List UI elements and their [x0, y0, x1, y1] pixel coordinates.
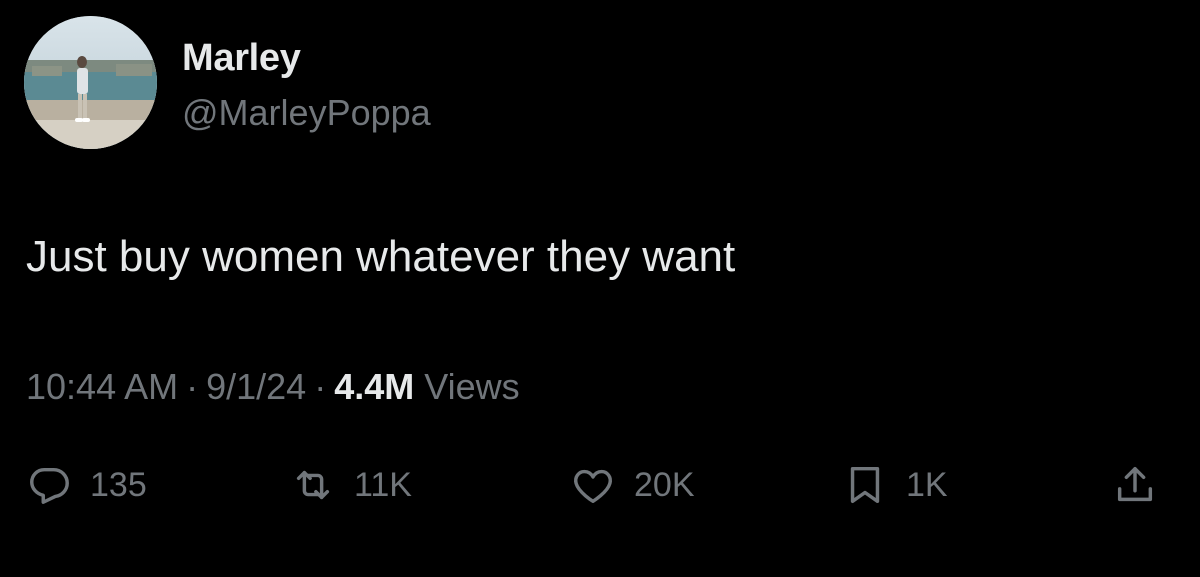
retweet-button[interactable]: 11K	[290, 455, 412, 515]
heart-icon	[574, 469, 612, 504]
meta-separator: ·	[186, 366, 199, 407]
like-count: 20K	[634, 465, 695, 504]
bookmark-icon	[850, 466, 880, 504]
like-button[interactable]: 20K	[570, 455, 695, 515]
tweet-text: Just buy women whatever they want	[26, 232, 736, 281]
views-label: Views	[424, 366, 520, 407]
tweet-card: Marley @MarleyPoppa Just buy women whate…	[0, 0, 1200, 577]
retweet-icon	[296, 470, 330, 500]
avatar-photo	[24, 16, 157, 149]
display-name[interactable]: Marley	[182, 37, 301, 80]
share-icon	[1117, 466, 1153, 502]
avatar[interactable]	[24, 16, 157, 149]
reply-count: 135	[90, 465, 147, 504]
views-count: 4.4M	[334, 366, 415, 407]
action-bar: 135 11K 20K 1K	[0, 455, 1200, 515]
user-handle[interactable]: @MarleyPoppa	[182, 92, 431, 134]
bookmark-count: 1K	[906, 465, 948, 504]
reply-icon	[30, 467, 69, 504]
bookmark-button[interactable]: 1K	[842, 455, 948, 515]
tweet-time[interactable]: 10:44 AM	[26, 366, 178, 407]
tweet-date[interactable]: 9/1/24	[206, 366, 306, 407]
reply-button[interactable]: 135	[26, 455, 147, 515]
share-button[interactable]	[1112, 455, 1158, 515]
meta-separator: ·	[314, 366, 327, 407]
retweet-count: 11K	[354, 465, 412, 504]
tweet-meta: 10:44 AM · 9/1/24 · 4.4M Views	[26, 366, 520, 408]
